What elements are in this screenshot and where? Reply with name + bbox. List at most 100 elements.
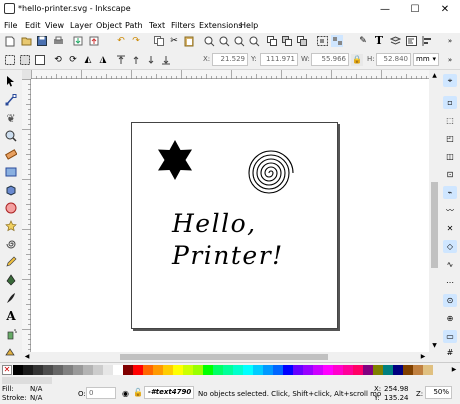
new-document-icon[interactable] xyxy=(4,35,16,47)
node-tool-icon[interactable] xyxy=(3,92,19,108)
color-swatch[interactable] xyxy=(93,365,103,375)
flip-vertical-icon[interactable]: ◮ xyxy=(97,54,109,66)
zoom-page-icon[interactable] xyxy=(233,35,245,47)
tweak-tool-icon[interactable]: ❦ xyxy=(3,110,19,126)
menu-layer[interactable]: Layer xyxy=(70,20,92,32)
snap-smooth-nodes-icon[interactable]: ∿ xyxy=(443,258,457,271)
opacity-field[interactable]: 0 xyxy=(86,387,116,399)
menu-edit[interactable]: Edit xyxy=(25,20,41,32)
snap-bbox-corner-icon[interactable]: ◰ xyxy=(443,132,457,145)
w-field[interactable]: 55.966 xyxy=(311,53,349,66)
color-swatch[interactable] xyxy=(333,365,343,375)
xml-editor-icon[interactable] xyxy=(405,35,417,47)
color-swatch[interactable] xyxy=(183,365,193,375)
snap-bbox-center-icon[interactable]: ⊡ xyxy=(443,168,457,181)
color-swatch[interactable] xyxy=(253,365,263,375)
box-3d-tool-icon[interactable] xyxy=(3,182,19,198)
select-all-icon[interactable] xyxy=(4,54,16,66)
paste-icon[interactable] xyxy=(183,35,195,47)
vertical-scroll-thumb[interactable] xyxy=(431,182,438,268)
print-icon[interactable] xyxy=(52,35,64,47)
color-swatch[interactable] xyxy=(63,365,73,375)
color-swatch[interactable] xyxy=(103,365,113,375)
color-swatch[interactable] xyxy=(23,365,33,375)
clone-icon[interactable] xyxy=(281,35,293,47)
hello-text[interactable]: Hello, xyxy=(172,209,257,238)
undo-icon[interactable]: ↶ xyxy=(115,35,127,47)
color-swatch[interactable] xyxy=(43,365,53,375)
redo-icon[interactable]: ↷ xyxy=(130,35,142,47)
color-swatch[interactable] xyxy=(213,365,223,375)
align-icon[interactable] xyxy=(421,35,433,47)
color-swatch[interactable] xyxy=(273,365,283,375)
snap-paths-icon[interactable]: 〰 xyxy=(443,204,457,217)
color-swatch[interactable] xyxy=(373,365,383,375)
open-icon[interactable] xyxy=(20,35,32,47)
snap-midpoints-icon[interactable]: ⋯ xyxy=(443,276,457,289)
select-all-layers-icon[interactable] xyxy=(19,54,31,66)
menu-view[interactable]: View xyxy=(45,20,64,32)
spray-tool-icon[interactable] xyxy=(3,326,19,342)
unit-select[interactable]: mm ▾ xyxy=(413,53,439,66)
menu-text[interactable]: Text xyxy=(149,20,165,32)
stroke-value[interactable]: N/A xyxy=(30,394,42,402)
no-paint-swatch[interactable]: ✕ xyxy=(2,365,12,375)
zoom-drawing-icon[interactable] xyxy=(218,35,230,47)
raise-to-top-icon[interactable] xyxy=(115,54,127,66)
close-button[interactable]: ✕ xyxy=(432,0,458,19)
minimize-button[interactable]: — xyxy=(372,0,398,19)
raise-icon[interactable] xyxy=(130,54,142,66)
color-swatch[interactable] xyxy=(83,365,93,375)
zoom-page-width-icon[interactable] xyxy=(248,35,260,47)
layers-icon[interactable] xyxy=(389,35,401,47)
snap-page-border-icon[interactable]: ▭ xyxy=(443,330,457,343)
copy-icon[interactable] xyxy=(153,35,165,47)
color-swatch[interactable] xyxy=(143,365,153,375)
ungroup-icon[interactable] xyxy=(331,35,343,47)
zoom-field[interactable]: 50% xyxy=(425,386,452,399)
fill-stroke-icon[interactable]: ✎ xyxy=(357,35,369,47)
maximize-button[interactable]: ☐ xyxy=(402,0,428,19)
pen-tool-icon[interactable] xyxy=(3,272,19,288)
rectangle-tool-icon[interactable] xyxy=(3,164,19,180)
scroll-down-icon[interactable]: ▼ xyxy=(429,340,440,351)
menu-file[interactable]: File xyxy=(4,20,17,32)
rotate-ccw-icon[interactable]: ⟲ xyxy=(52,54,64,66)
spiral-shape[interactable] xyxy=(240,143,296,203)
h-field[interactable]: 52.840 xyxy=(376,53,411,66)
vertical-ruler[interactable] xyxy=(22,79,31,352)
zoom-tool-icon[interactable] xyxy=(3,128,19,144)
star-shape[interactable] xyxy=(156,139,194,181)
snap-nodes-icon[interactable]: ⌁ xyxy=(443,186,457,199)
color-swatch[interactable] xyxy=(283,365,293,375)
horizontal-scroll-thumb[interactable] xyxy=(120,354,328,360)
scroll-left-icon[interactable]: ◀ xyxy=(22,352,32,362)
x-field[interactable]: 21.529 xyxy=(212,53,248,66)
color-swatch[interactable] xyxy=(123,365,133,375)
color-swatch[interactable] xyxy=(323,365,333,375)
more-tools-icon[interactable] xyxy=(3,344,19,360)
color-swatch[interactable] xyxy=(403,365,413,375)
color-swatch[interactable] xyxy=(53,365,63,375)
color-swatch[interactable] xyxy=(353,365,363,375)
color-swatch[interactable] xyxy=(413,365,423,375)
color-swatch[interactable] xyxy=(113,365,123,375)
controls-overflow-icon[interactable]: » xyxy=(444,54,456,66)
color-swatch[interactable] xyxy=(393,365,403,375)
pencil-tool-icon[interactable] xyxy=(3,254,19,270)
color-swatch[interactable] xyxy=(223,365,233,375)
snap-intersections-icon[interactable]: ✕ xyxy=(443,222,457,235)
color-swatch[interactable] xyxy=(263,365,273,375)
eye-icon[interactable]: ◉ xyxy=(122,389,129,398)
color-swatch[interactable] xyxy=(193,365,203,375)
layer-select[interactable]: -#text4790 xyxy=(144,386,194,399)
scroll-right-icon[interactable]: ▶ xyxy=(418,352,428,362)
text-tool-icon[interactable]: A xyxy=(3,308,19,324)
lower-to-bottom-icon[interactable] xyxy=(160,54,172,66)
lower-icon[interactable] xyxy=(145,54,157,66)
color-swatch[interactable] xyxy=(153,365,163,375)
measure-tool-icon[interactable] xyxy=(3,146,19,162)
menu-filters[interactable]: Filters xyxy=(171,20,195,32)
y-field[interactable]: 111.971 xyxy=(260,53,298,66)
color-swatch[interactable] xyxy=(313,365,323,375)
